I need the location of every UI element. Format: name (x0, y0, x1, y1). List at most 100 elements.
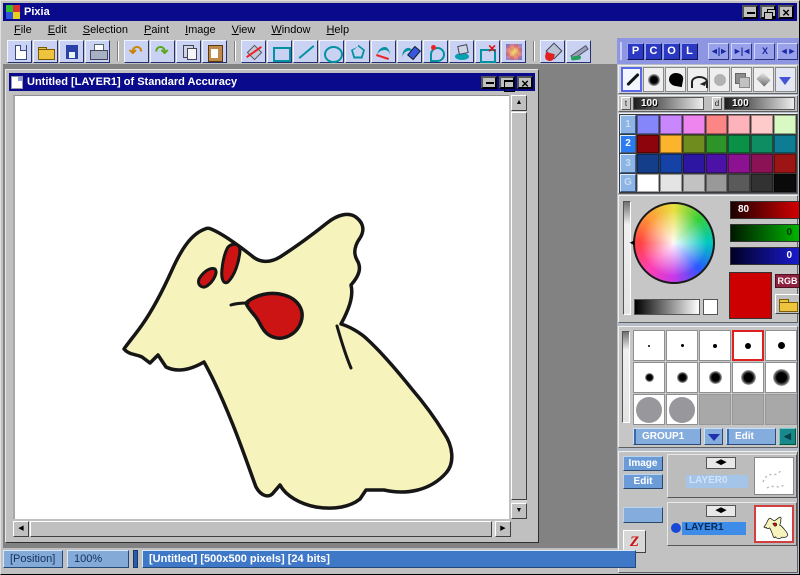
menu-item-selection[interactable]: Selection (76, 23, 135, 37)
brush-tile[interactable] (765, 362, 797, 393)
open-palette-icon[interactable] (775, 294, 799, 314)
curve-tool-button[interactable] (371, 39, 396, 63)
palette-color[interactable] (682, 173, 705, 192)
palette-row-1-button[interactable]: 1 (620, 115, 636, 134)
layer-image-button[interactable]: Image (623, 456, 663, 471)
layer-blank-button[interactable] (623, 507, 663, 523)
clear-rect-tool-button[interactable] (475, 39, 500, 63)
doc-maximize-icon[interactable] (499, 75, 515, 92)
panel-button-c[interactable]: C (645, 42, 662, 60)
close-panel-button[interactable]: X (754, 42, 775, 60)
fill-region-tool-button[interactable] (449, 39, 474, 63)
menu-item-window[interactable]: Window (264, 23, 317, 37)
palette-color[interactable] (751, 154, 774, 173)
palette-row-2-button[interactable]: 2 (620, 134, 636, 153)
palette-color[interactable] (774, 134, 796, 153)
palette-color[interactable] (774, 115, 796, 134)
palette-color[interactable] (728, 173, 751, 192)
t-opacity-slider[interactable]: 100 (633, 97, 704, 110)
color-wheel[interactable] (633, 202, 715, 284)
vertical-scrollbar[interactable]: ▲ ▼ (511, 95, 527, 519)
rgb-mode-badge[interactable]: RGB (775, 274, 799, 288)
panel-button-o[interactable]: O (663, 42, 680, 60)
arc-tool-button[interactable] (687, 67, 708, 92)
brush-tile[interactable] (732, 362, 764, 393)
brush-tile[interactable] (633, 362, 665, 393)
layer-edit-button[interactable]: Edit (623, 474, 663, 489)
polygon-tool-button[interactable] (345, 39, 370, 63)
scroll-down-icon[interactable]: ▼ (511, 503, 527, 519)
scroll-left-icon[interactable]: ◀ (13, 521, 29, 537)
open-button[interactable] (33, 39, 58, 63)
menu-item-edit[interactable]: Edit (41, 23, 74, 37)
minimize-icon[interactable] (742, 5, 758, 19)
brush-tile[interactable] (765, 394, 797, 425)
gradient-tool-button[interactable] (501, 39, 526, 63)
palette-color[interactable] (682, 115, 705, 134)
brush-tile[interactable] (699, 330, 731, 361)
d-slider-handle[interactable]: d (712, 97, 722, 110)
toolbar-gripper[interactable] (620, 42, 623, 60)
new-button[interactable] (7, 39, 32, 63)
expand-panel-button[interactable]: ◄|► (708, 42, 729, 60)
bezier-tool-button[interactable] (397, 39, 422, 63)
palette-color[interactable] (705, 173, 728, 192)
lasso-tool-button[interactable] (423, 39, 448, 63)
palette-color[interactable] (705, 134, 728, 153)
eraser2-tool-button[interactable] (753, 67, 774, 92)
menu-item-file[interactable]: File (7, 23, 39, 37)
panel-button-p[interactable]: P (627, 42, 644, 60)
scroll-up-icon[interactable]: ▲ (511, 95, 527, 111)
redo-button[interactable] (150, 39, 175, 63)
scroll-right-icon[interactable]: ▶ (495, 521, 511, 537)
t-slider-handle[interactable]: t (621, 97, 631, 110)
brush-tile[interactable] (633, 394, 665, 425)
layer0-name[interactable]: LAYER0 (686, 475, 748, 488)
palette-color[interactable] (637, 173, 659, 192)
palette-color[interactable] (659, 115, 682, 134)
grayscale-bar[interactable] (634, 299, 700, 315)
palette-color[interactable] (705, 115, 728, 134)
doc-close-icon[interactable] (517, 75, 533, 91)
save-button[interactable] (59, 39, 84, 63)
menu-item-view[interactable]: View (225, 23, 263, 37)
document-title-bar[interactable]: Untitled [LAYER1] of Standard Accuracy (9, 73, 535, 92)
line-tool-button[interactable] (293, 39, 318, 63)
brush-tile[interactable] (699, 394, 731, 425)
pen-tool-button[interactable] (621, 67, 642, 92)
swap-panel-button[interactable]: ◄► (777, 42, 798, 60)
vertical-scroll-thumb[interactable] (511, 112, 527, 500)
brush-tile[interactable] (732, 394, 764, 425)
layer1-name[interactable]: LAYER1 (682, 522, 746, 535)
palette-color[interactable] (774, 173, 796, 192)
palette-color[interactable] (637, 134, 659, 153)
blob-tool-button[interactable] (665, 67, 686, 92)
layer0-thumbnail[interactable] (754, 457, 794, 495)
horizontal-scrollbar[interactable]: ◀ ▶ (13, 521, 511, 537)
green-channel-bar[interactable]: 0 (730, 224, 799, 242)
panel-button-l[interactable]: L (681, 42, 698, 60)
palette-row-3-button[interactable]: 3 (620, 154, 636, 173)
brush-tile[interactable] (666, 362, 698, 393)
palette-color[interactable] (728, 115, 751, 134)
soft-dot-tool-button[interactable] (643, 67, 664, 92)
brush-tile[interactable] (699, 362, 731, 393)
brush-group-select[interactable]: GROUP1 (633, 428, 701, 445)
d-density-slider[interactable]: 100 (724, 97, 795, 110)
gray-circle-tool-button[interactable] (709, 67, 730, 92)
palette-color[interactable] (705, 154, 728, 173)
palette-color[interactable] (751, 173, 774, 192)
rectangle-tool-button[interactable] (267, 39, 292, 63)
palette-row-g-button[interactable]: G (620, 173, 636, 192)
palette-color[interactable] (659, 173, 682, 192)
restore-icon[interactable] (760, 5, 776, 20)
menu-item-help[interactable]: Help (319, 23, 356, 37)
layer1-thumbnail[interactable] (754, 505, 794, 543)
print-button[interactable] (85, 39, 110, 63)
paste-button[interactable] (202, 39, 227, 63)
palette-color[interactable] (728, 154, 751, 173)
palette-color[interactable] (751, 115, 774, 134)
palette-color[interactable] (659, 154, 682, 173)
palette-color[interactable] (637, 115, 659, 134)
palette-color[interactable] (682, 154, 705, 173)
